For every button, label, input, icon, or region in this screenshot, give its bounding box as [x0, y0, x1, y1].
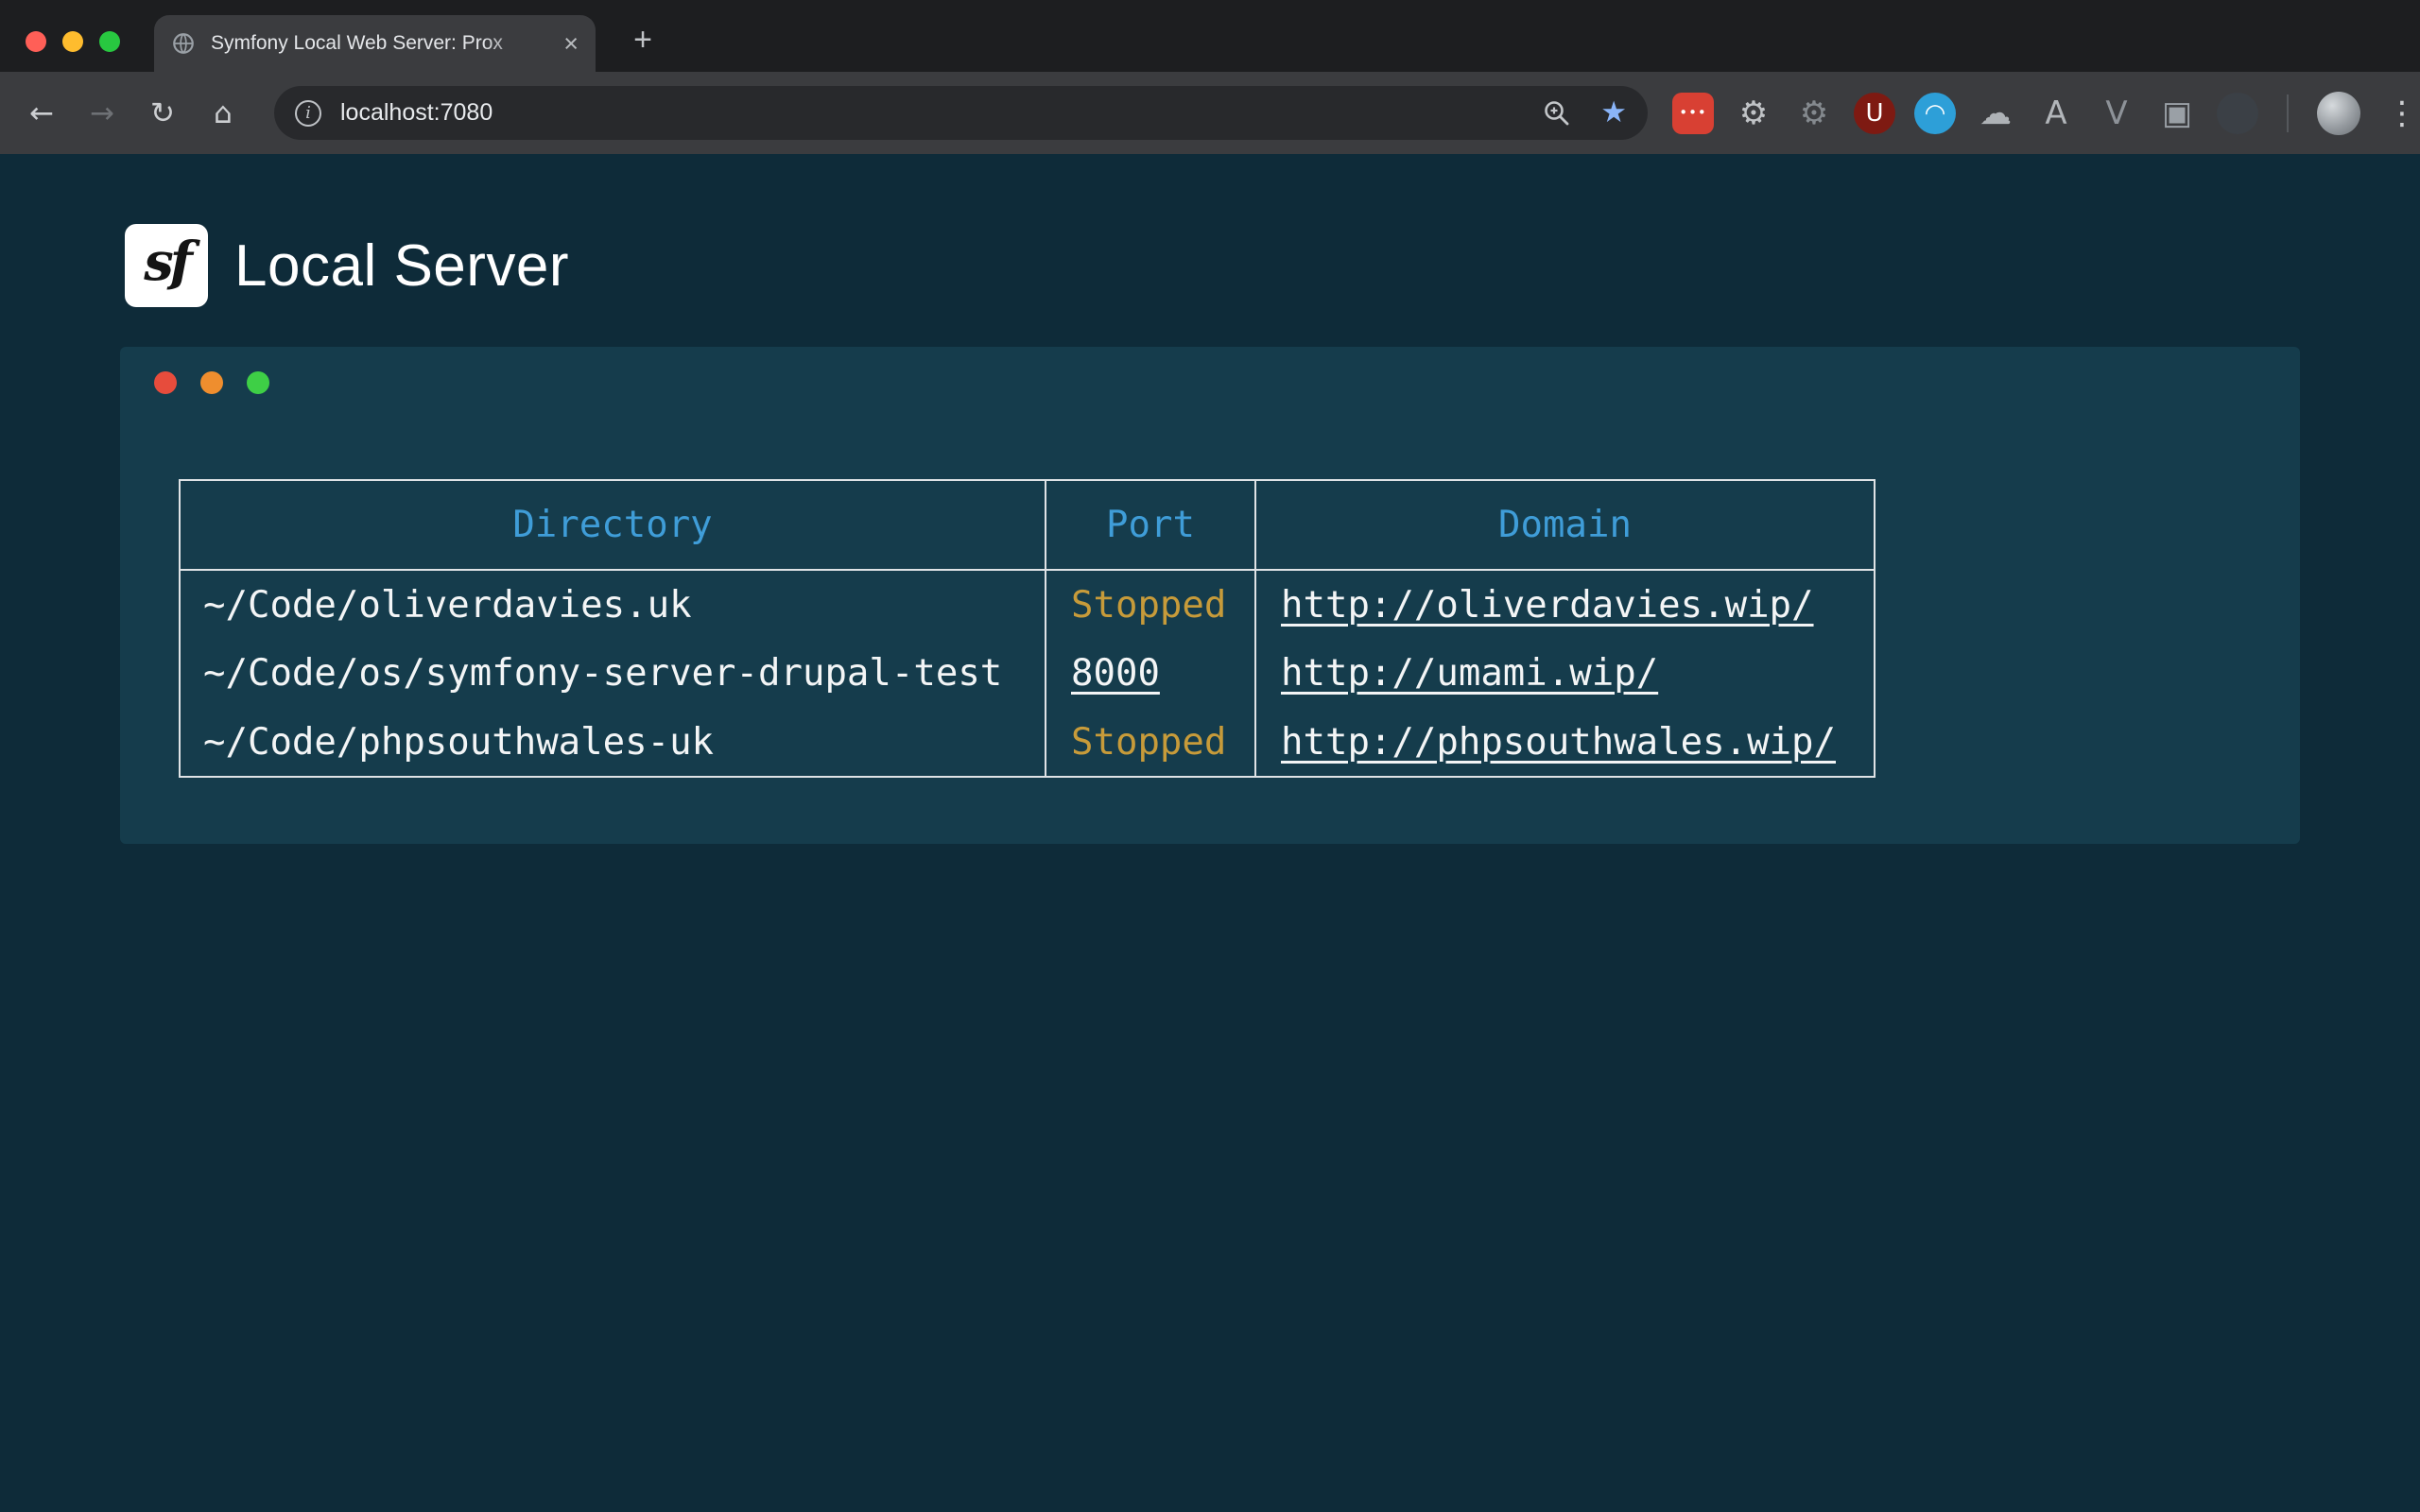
back-button[interactable]: ← — [15, 87, 68, 140]
servers-table: Directory Port Domain ~/Code/oliverdavie… — [179, 479, 1876, 778]
home-button[interactable]: ⌂ — [197, 87, 250, 140]
panel-red-dot-icon — [154, 371, 177, 394]
globe-favicon-icon — [171, 30, 198, 57]
column-header-port: Port — [1046, 480, 1255, 570]
gear-dark-extension-icon[interactable]: ⚙ — [1793, 93, 1835, 134]
tab-title: Symfony Local Web Server: Prox — [211, 32, 550, 55]
letter-v-extension-icon[interactable]: V — [2096, 93, 2137, 134]
browser-menu-icon[interactable]: ⋮ — [2376, 87, 2420, 140]
site-info-icon[interactable]: i — [295, 100, 321, 127]
blue-disc-extension-icon[interactable]: ◠ — [1914, 93, 1956, 134]
ublock-extension-icon[interactable]: U — [1854, 93, 1895, 134]
extensions-bar: ••• ⚙ ⚙ U ◠ ☁ A V ▣ — [1672, 93, 2258, 134]
browser-window: Symfony Local Web Server: Prox × + ← → ↻… — [0, 0, 2420, 154]
page-content: sf Local Server Directory Port Domain — [0, 154, 2420, 1512]
column-header-domain: Domain — [1255, 480, 1875, 570]
bookmark-star-icon[interactable]: ★ — [1600, 98, 1627, 128]
domain-link[interactable]: http://phpsouthwales.wip/ — [1281, 721, 1836, 764]
window-close-button[interactable] — [26, 31, 46, 52]
page-title: Local Server — [234, 232, 569, 300]
url-text[interactable]: localhost:7080 — [340, 99, 493, 127]
port-link[interactable]: 8000 — [1071, 652, 1160, 695]
browser-tab[interactable]: Symfony Local Web Server: Prox × — [154, 15, 596, 72]
tab-close-icon[interactable]: × — [563, 31, 579, 57]
port-status: Stopped — [1071, 584, 1226, 627]
symfony-logo: sf — [125, 224, 208, 307]
table-header-row: Directory Port Domain — [180, 480, 1875, 570]
profile-avatar[interactable] — [2317, 92, 2360, 135]
port-status: Stopped — [1071, 721, 1226, 764]
window-minimize-button[interactable] — [62, 31, 83, 52]
panel-window-dots — [120, 371, 2300, 394]
brand-header: sf Local Server — [0, 154, 2420, 307]
address-bar[interactable]: i localhost:7080 ★ — [274, 86, 1648, 140]
column-header-directory: Directory — [180, 480, 1046, 570]
zoom-icon[interactable] — [1542, 98, 1572, 129]
letter-a-extension-icon[interactable]: A — [2035, 93, 2077, 134]
red-dots-extension-icon[interactable]: ••• — [1672, 93, 1714, 134]
github-extension-icon[interactable] — [2217, 93, 2258, 134]
window-controls — [26, 31, 120, 52]
domain-link[interactable]: http://oliverdavies.wip/ — [1281, 584, 1814, 627]
server-row: ~/Code/phpsouthwales-uk Stopped http://p… — [180, 708, 1875, 777]
directory-cell: ~/Code/os/symfony-server-drupal-test — [180, 639, 1046, 708]
directory-cell: ~/Code/oliverdavies.uk — [180, 570, 1046, 639]
server-row: ~/Code/os/symfony-server-drupal-test 800… — [180, 639, 1875, 708]
window-zoom-button[interactable] — [99, 31, 120, 52]
server-row: ~/Code/oliverdavies.uk Stopped http://ol… — [180, 570, 1875, 639]
forward-button[interactable]: → — [76, 87, 129, 140]
browser-toolbar: ← → ↻ ⌂ i localhost:7080 ★ ••• ⚙ ⚙ U ◠ — [0, 72, 2420, 154]
toolbar-divider — [2287, 94, 2289, 132]
tile-extension-icon[interactable]: ▣ — [2156, 93, 2198, 134]
new-tab-button[interactable]: + — [624, 21, 662, 59]
reload-button[interactable]: ↻ — [136, 87, 189, 140]
panel-orange-dot-icon — [200, 371, 223, 394]
gear-extension-icon[interactable]: ⚙ — [1733, 93, 1774, 134]
cloud-extension-icon[interactable]: ☁ — [1975, 93, 2016, 134]
domain-link[interactable]: http://umami.wip/ — [1281, 652, 1658, 695]
panel-green-dot-icon — [247, 371, 269, 394]
server-panel: Directory Port Domain ~/Code/oliverdavie… — [120, 347, 2300, 844]
directory-cell: ~/Code/phpsouthwales-uk — [180, 708, 1046, 777]
tab-strip: Symfony Local Web Server: Prox × + — [0, 0, 2420, 72]
